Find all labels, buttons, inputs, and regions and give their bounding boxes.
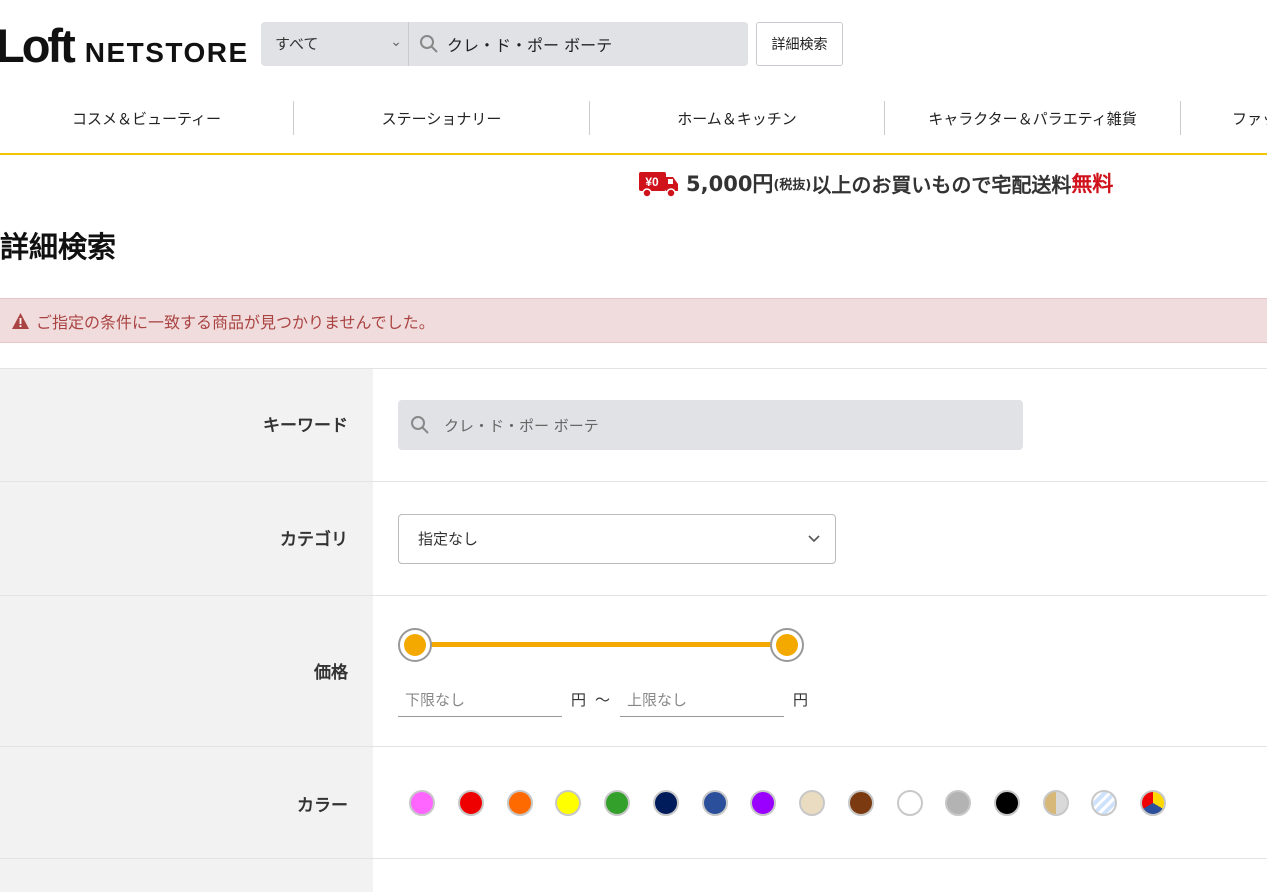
color-swatch-gold-silver[interactable]: [1043, 790, 1069, 816]
nav-item-stationery[interactable]: ステーショナリー: [294, 100, 589, 136]
color-swatch-brown[interactable]: [848, 790, 874, 816]
search-scope-value: すべて: [275, 35, 319, 53]
logo-text: NETSTORE: [84, 37, 249, 68]
price-slider-track[interactable]: [414, 642, 788, 647]
nav-item-fashion[interactable]: ファッ: [1232, 100, 1267, 136]
category-value: 指定なし: [418, 530, 479, 548]
price-label: 価格: [314, 663, 348, 683]
color-label: カラー: [297, 796, 348, 816]
price-max-input[interactable]: 上限なし: [620, 681, 784, 717]
free-shipping-banner[interactable]: ¥0 5,000円 (税抜) 以上のお買いもので宅配送料 無料: [638, 166, 1113, 200]
price-min-input[interactable]: 下限なし: [398, 681, 562, 717]
label-cell: カラー: [0, 747, 373, 859]
warning-icon: [12, 312, 29, 329]
color-swatch-yellow[interactable]: [555, 790, 581, 816]
color-swatch-red[interactable]: [458, 790, 484, 816]
chevron-down-icon: ⌄: [390, 34, 402, 50]
color-swatch-white[interactable]: [897, 790, 923, 816]
banner-text: 以上のお買いもので宅配送料: [811, 172, 1072, 197]
logo-mark: Loft: [0, 19, 76, 72]
search-scope-select[interactable]: すべて ⌄: [261, 22, 409, 66]
color-swatch-multi[interactable]: [1140, 790, 1166, 816]
color-swatch-gray[interactable]: [945, 790, 971, 816]
color-swatch-purple[interactable]: [750, 790, 776, 816]
color-swatch-navy[interactable]: [653, 790, 679, 816]
page-title: 詳細検索: [0, 230, 117, 264]
search-icon: [411, 416, 429, 434]
nav-divider: [1180, 101, 1181, 135]
category-select[interactable]: 指定なし: [398, 514, 836, 564]
form-row-price: 価格 下限なし 円 ～ 上限なし 円: [0, 595, 1267, 747]
color-swatch-orange[interactable]: [507, 790, 533, 816]
banner-tax-note: (税抜): [773, 177, 812, 193]
label-cell: キーワード: [0, 369, 373, 481]
form-row-next: [0, 858, 1267, 892]
header-search-bar: すべて ⌄ クレ・ド・ポー ボーテ: [261, 22, 748, 66]
banner-amount: 5,000円: [686, 172, 774, 196]
alert-message: ご指定の条件に一致する商品が見つかりませんでした。: [36, 312, 435, 332]
banner-free: 無料: [1071, 172, 1114, 196]
color-swatch-beige[interactable]: [799, 790, 825, 816]
form-row-color: カラー: [0, 746, 1267, 859]
advanced-search-button[interactable]: 詳細検索: [756, 22, 843, 66]
chevron-down-icon: [808, 535, 820, 543]
search-icon[interactable]: [419, 34, 439, 54]
price-unit: 円: [793, 691, 809, 709]
color-swatch-black[interactable]: [994, 790, 1020, 816]
nav-item-cosme[interactable]: コスメ＆ビューティー: [0, 100, 293, 136]
category-nav: コスメ＆ビューティー ステーショナリー ホーム＆キッチン キャラクター＆パラエテ…: [0, 93, 1267, 155]
color-swatch-clear[interactable]: [1091, 790, 1117, 816]
color-swatch-pink[interactable]: [409, 790, 435, 816]
keyword-label: キーワード: [263, 416, 348, 436]
header-search-input[interactable]: クレ・ド・ポー ボーテ: [447, 32, 612, 56]
label-cell: [0, 859, 373, 892]
color-swatch-blue[interactable]: [702, 790, 728, 816]
label-cell: カテゴリ: [0, 482, 373, 596]
nav-item-character-variety[interactable]: キャラクター＆パラエティ雑貨: [885, 100, 1180, 136]
keyword-input[interactable]: クレ・ド・ポー ボーテ: [398, 400, 1023, 450]
truck-badge: ¥0: [645, 175, 659, 189]
label-cell: 価格: [0, 596, 373, 747]
category-label: カテゴリ: [280, 530, 348, 550]
price-max-handle[interactable]: [770, 628, 804, 662]
nav-item-home-kitchen[interactable]: ホーム＆キッチン: [590, 100, 884, 136]
keyword-value: クレ・ド・ポー ボーテ: [444, 416, 599, 435]
site-logo[interactable]: Loft NETSTORE: [0, 19, 249, 72]
price-unit: 円: [571, 691, 587, 709]
delivery-truck-icon: ¥0: [639, 172, 678, 198]
form-row-keyword: キーワード クレ・ド・ポー ボーテ: [0, 368, 1267, 481]
price-separator: ～: [595, 691, 611, 709]
color-swatch-green[interactable]: [604, 790, 630, 816]
no-results-alert: ご指定の条件に一致する商品が見つかりませんでした。: [0, 298, 1267, 343]
form-row-category: カテゴリ 指定なし: [0, 481, 1267, 596]
price-min-handle[interactable]: [398, 628, 432, 662]
